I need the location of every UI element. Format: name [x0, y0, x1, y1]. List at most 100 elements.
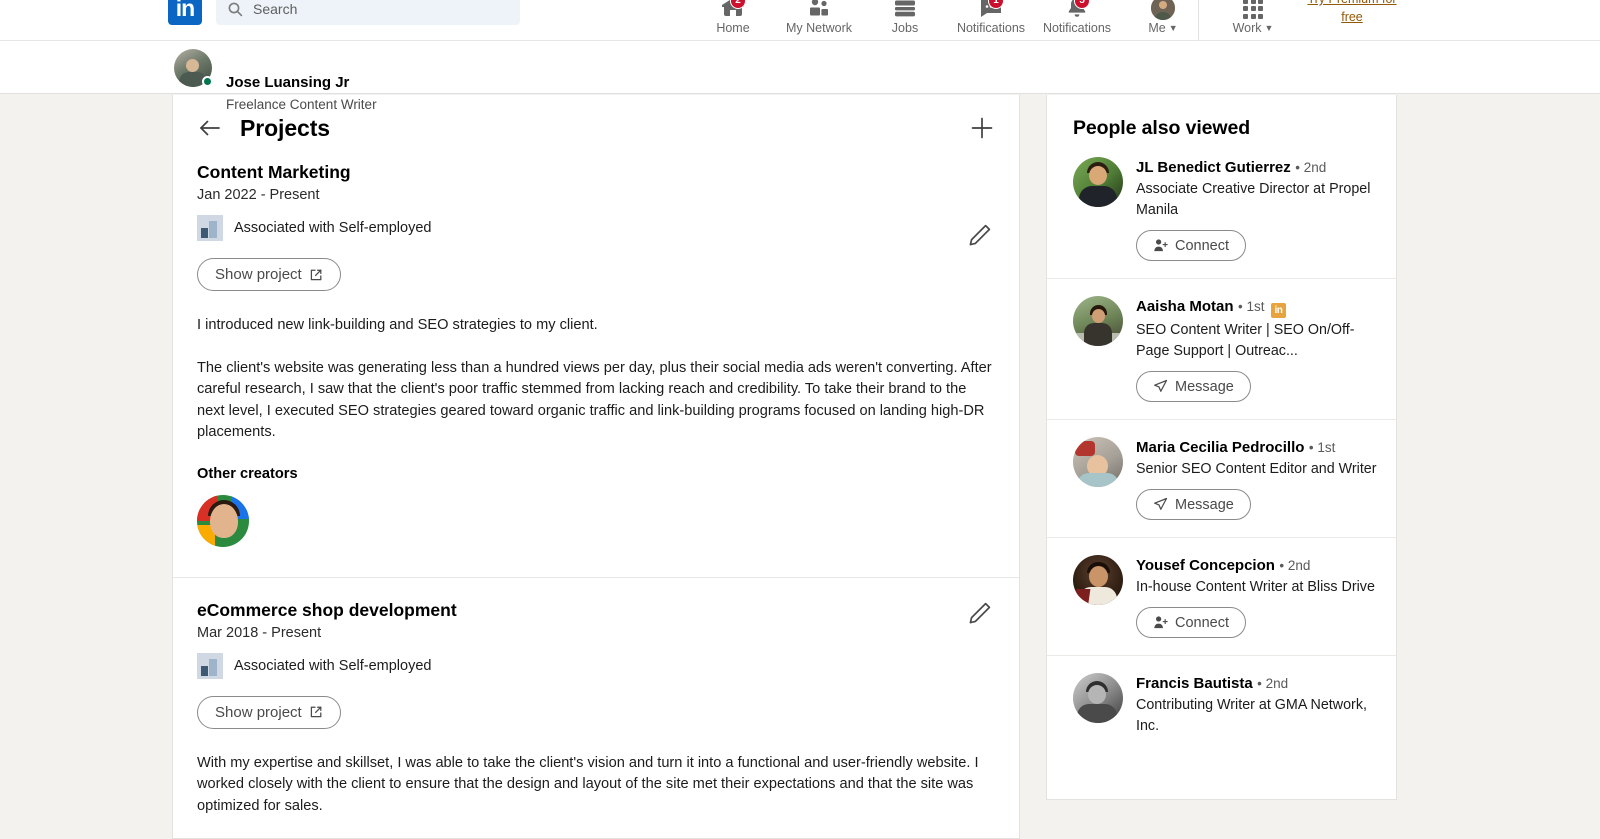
profile-subbar: Jose Luansing Jr Freelance Content Write…: [0, 41, 1600, 112]
message-label: Message: [1175, 496, 1234, 513]
project-item-1: Content Marketing Jan 2022 - Present Ass…: [173, 161, 1019, 577]
nav-label-notifications: Notifications: [1042, 20, 1112, 35]
nav-avatar-image: [1151, 0, 1175, 20]
project-title: Content Marketing: [197, 162, 351, 182]
connection-degree: • 2nd: [1279, 558, 1311, 573]
nav-item-notifications[interactable]: 5 Notifications: [1034, 0, 1120, 41]
message-label: Message: [1175, 378, 1234, 395]
company-logo-icon: [197, 215, 223, 241]
avatar[interactable]: [1073, 296, 1123, 346]
nav-item-my-network[interactable]: My Network: [776, 0, 862, 41]
online-status-indicator: [202, 76, 213, 87]
nav-item-work[interactable]: Work ▼: [1213, 0, 1293, 41]
list-item[interactable]: Francis Bautista • 2nd Contributing Writ…: [1047, 655, 1396, 754]
nav-label-work: Work ▼: [1232, 20, 1274, 35]
chevron-down-icon: ▼: [1168, 22, 1178, 33]
project-association: Associated with Self-employed: [197, 652, 995, 679]
person-headline: In-house Content Writer at Bliss Drive: [1136, 579, 1375, 595]
connect-label: Connect: [1175, 614, 1230, 631]
project-association-text: Associated with Self-employed: [234, 220, 432, 236]
project-dates: Jan 2022 - Present: [197, 187, 320, 203]
project-description: With my expertise and skillset, I was ab…: [197, 753, 995, 818]
person-name[interactable]: Maria Cecilia Pedrocillo: [1136, 439, 1304, 456]
message-icon: 1: [978, 0, 1004, 21]
show-project-button[interactable]: Show project: [197, 258, 341, 291]
project-dates: Mar 2018 - Present: [197, 624, 322, 641]
avatar[interactable]: [1073, 673, 1123, 723]
connect-button[interactable]: Connect: [1136, 230, 1247, 261]
person-name[interactable]: Aaisha Motan: [1136, 298, 1234, 315]
nav-item-me[interactable]: Me ▼: [1120, 0, 1206, 41]
avatar[interactable]: [1073, 555, 1123, 605]
connection-degree: • 2nd: [1295, 160, 1327, 175]
person-add-icon: [1153, 615, 1168, 630]
send-icon: [1153, 497, 1168, 512]
person-name[interactable]: JL Benedict Gutierrez: [1136, 159, 1291, 176]
profile-headline: Freelance Content Writer: [226, 97, 377, 112]
project-item-2: eCommerce shop development Mar 2018 - Pr…: [173, 576, 1019, 839]
connection-degree: • 1st: [1308, 440, 1336, 455]
list-item[interactable]: Aaisha Motan • 1st in SEO Content Writer…: [1047, 278, 1396, 419]
plus-icon[interactable]: [967, 113, 997, 143]
nav-divider: [1198, 0, 1199, 41]
project-description: I introduced new link-building and SEO s…: [197, 315, 995, 444]
chevron-down-icon-work: ▼: [1264, 22, 1274, 33]
project-association-text: Associated with Self-employed: [234, 657, 432, 674]
show-project-button[interactable]: Show project: [197, 695, 341, 729]
person-headline: SEO Content Writer | SEO On/Off-Page Sup…: [1136, 322, 1355, 359]
project-paragraph: The client's website was generating less…: [197, 359, 992, 441]
project-paragraph: With my expertise and skillset, I was ab…: [197, 754, 979, 814]
project-paragraph: I introduced new link-building and SEO s…: [197, 317, 598, 333]
page-title: Projects: [240, 114, 330, 141]
nav-label-messaging: Notifications: [956, 20, 1026, 35]
list-item[interactable]: JL Benedict Gutierrez • 2nd Associate Cr…: [1047, 140, 1396, 278]
profile-name[interactable]: Jose Luansing Jr: [226, 74, 349, 91]
bell-icon: 5: [1064, 0, 1090, 21]
avatar-icon: [1150, 0, 1176, 21]
edit-project-2-pencil-icon[interactable]: [967, 600, 997, 630]
page-body: Projects Content Marketing Jan 2022 - Pr…: [0, 95, 1600, 839]
top-navigation-bar: in Search 2 Home My Network Jobs 1 Notif…: [0, 0, 1600, 41]
external-link-icon: [309, 268, 323, 282]
briefcase-icon: [892, 0, 918, 21]
other-creator-avatar[interactable]: [197, 494, 249, 547]
linkedin-logo[interactable]: in: [168, 0, 202, 25]
company-logo-icon: [197, 652, 223, 679]
search-icon: [227, 1, 243, 17]
people-also-viewed-card: People also viewed JL Benedict Gutierrez…: [1046, 95, 1397, 800]
try-premium-link[interactable]: Try Premium for free: [1300, 0, 1404, 26]
show-project-label: Show project: [215, 703, 302, 721]
list-item[interactable]: Yousef Concepcion • 2nd In-house Content…: [1047, 537, 1396, 655]
person-headline: Senior SEO Content Editor and Writer: [1136, 461, 1377, 477]
project-title: eCommerce shop development: [197, 599, 457, 620]
connection-degree: • 2nd: [1257, 676, 1289, 691]
avatar[interactable]: [1073, 157, 1123, 207]
edit-project-1-pencil-icon[interactable]: [967, 222, 997, 252]
back-arrow-icon[interactable]: [197, 115, 223, 141]
list-item[interactable]: Maria Cecilia Pedrocillo • 1st Senior SE…: [1047, 419, 1396, 537]
connect-button[interactable]: Connect: [1136, 607, 1247, 638]
nav-item-jobs[interactable]: Jobs: [862, 0, 948, 41]
nav-label-jobs: Jobs: [891, 20, 919, 35]
person-name[interactable]: Yousef Concepcion: [1136, 557, 1275, 574]
profile-avatar[interactable]: [174, 49, 213, 87]
avatar[interactable]: [1073, 437, 1123, 487]
person-add-icon: [1153, 238, 1168, 253]
nav-item-messaging[interactable]: 1 Notifications: [948, 0, 1034, 41]
person-headline: Contributing Writer at GMA Network, Inc.: [1136, 697, 1367, 734]
home-icon: 2: [720, 0, 746, 21]
people-also-viewed-title: People also viewed: [1073, 117, 1251, 139]
person-name[interactable]: Francis Bautista: [1136, 675, 1253, 692]
grid-icon: [1243, 0, 1263, 19]
show-project-label: Show project: [215, 266, 302, 283]
message-button[interactable]: Message: [1136, 489, 1251, 520]
linkedin-premium-badge-icon: in: [1270, 303, 1286, 318]
external-link-icon: [309, 705, 323, 719]
search-placeholder-text: Search: [253, 0, 298, 17]
search-input[interactable]: Search: [216, 0, 520, 25]
nav-item-home[interactable]: 2 Home: [690, 0, 776, 41]
projects-card: Projects Content Marketing Jan 2022 - Pr…: [172, 95, 1020, 839]
message-button[interactable]: Message: [1136, 371, 1251, 402]
person-headline: Associate Creative Director at Propel Ma…: [1136, 181, 1371, 218]
nav-label-home: Home: [716, 20, 750, 35]
